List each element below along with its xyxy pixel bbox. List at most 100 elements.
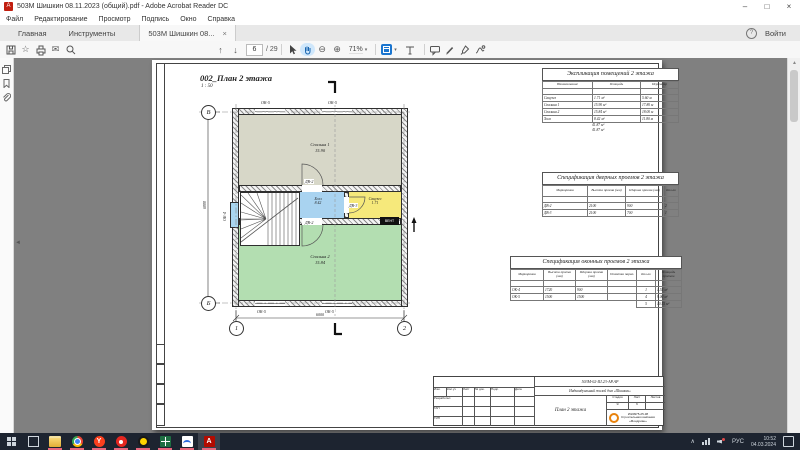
reading-mode-icon[interactable] [403, 43, 418, 56]
next-page-icon[interactable]: ↓ [228, 43, 243, 56]
door-tag-dv2: ДВ-2 [304, 220, 314, 225]
table-row: Холл8.42 м²11.80 м [543, 116, 679, 123]
document-viewport[interactable]: ◄ 002_План 2 этажа 1 : 50 [14, 58, 787, 433]
room-label-bedroom2: Спальня 215.84 [290, 254, 350, 265]
tab-document[interactable]: 503М Шишкин 08... × [139, 25, 236, 41]
tab-home[interactable]: Главная [18, 29, 47, 38]
menu-window[interactable]: Окно [180, 16, 196, 23]
table-row: Санузел1.71 м²5.60 м [543, 95, 679, 102]
action-center-icon[interactable] [783, 436, 794, 447]
help-icon[interactable]: ? [746, 28, 757, 39]
zoom-level-select[interactable]: 71% [349, 46, 363, 54]
taskbar-spreadsheet-app[interactable] [154, 433, 176, 450]
title-block: Изм. Кол.уч Лист № док. Подп. Дата Разра… [433, 376, 664, 426]
navigation-sidebar [0, 58, 14, 433]
mail-glyph: ✉ [52, 44, 60, 55]
sign-tool-icon[interactable] [458, 43, 473, 56]
menu-sign[interactable]: Подпись [142, 16, 170, 23]
previous-page-icon[interactable]: ↑ [213, 43, 228, 56]
zoom-in-icon[interactable]: ⊕ [330, 43, 345, 56]
tab-tools[interactable]: Инструменты [69, 29, 116, 38]
pencil-tool-icon[interactable] [443, 43, 458, 56]
zoom-in-glyph: ⊕ [333, 44, 341, 55]
volume-icon[interactable] [717, 438, 725, 446]
title-block-code: 503М-02-Ш.23-АР.АР [534, 377, 665, 386]
star-icon[interactable]: ☆ [18, 43, 33, 56]
notification-badge [722, 438, 725, 441]
window-tag-ok5: ОК-5 [256, 309, 267, 314]
select-tool-icon[interactable] [285, 43, 300, 56]
axis-bubble-2: 2 [397, 321, 412, 336]
acrobat-app-icon: A [4, 2, 13, 11]
room-label-hall: Холл8.42 [298, 197, 338, 206]
table-title: Экспликация помещений 2 этажа [542, 68, 679, 81]
tray-hidden-icons[interactable]: ∧ [691, 438, 695, 445]
hand-tool-icon[interactable] [300, 43, 315, 56]
title-block-columns: Изм. Кол.уч Лист № док. Подп. Дата [434, 387, 534, 396]
title-block-stage-values: Э 6 [606, 402, 665, 409]
fill-sign-tool-icon[interactable] [473, 43, 488, 56]
pdf-page: 002_План 2 этажа 1 : 50 [152, 60, 662, 430]
menu-file[interactable]: Файл [6, 16, 23, 23]
menu-edit[interactable]: Редактирование [34, 16, 87, 23]
title-block-company: ИЖ0975-25-38 Строительная компания «Монд… [606, 409, 665, 426]
desktop: A 503М Шишкин 08.11.2023 (общий).pdf - A… [0, 0, 800, 450]
taskbar-chrome[interactable] [66, 433, 88, 450]
menu-view[interactable]: Просмотр [99, 16, 131, 23]
taskbar: Y A ∧ РУС 10:52 [0, 433, 800, 450]
window-spec-table: Спецификация оконных проемов 2 этажа Мар… [510, 256, 682, 308]
page-number-input[interactable]: 6 [246, 44, 263, 56]
sign-in-button[interactable]: Войти [765, 29, 786, 38]
tab-bar: Главная Инструменты 503М Шишкин 08... × … [0, 25, 800, 42]
menu-help[interactable]: Справка [208, 16, 235, 23]
arrow-down-glyph: ↓ [233, 45, 238, 55]
minimize-button[interactable]: – [734, 0, 756, 13]
page-count-label: / 29 [266, 46, 278, 53]
maximize-button[interactable]: □ [756, 0, 778, 13]
taskbar-yandex-browser[interactable]: Y [88, 433, 110, 450]
sidebar-collapse-icon[interactable]: ◄ [15, 240, 21, 246]
table-total: 41.87 м² [542, 128, 679, 133]
axis-bubble-1: 1 [229, 321, 244, 336]
comment-tool-icon[interactable] [428, 43, 443, 56]
start-button[interactable] [0, 433, 22, 450]
axis-bubble-b: Б [201, 296, 216, 311]
taskbar-red-app[interactable] [110, 433, 132, 450]
arrow-up-glyph: ↑ [218, 45, 223, 55]
door-tag-dv2: ДВ-2 [304, 179, 314, 184]
zoom-caret-icon[interactable]: ▾ [365, 47, 368, 53]
attachments-icon[interactable] [0, 90, 13, 104]
zoom-out-icon[interactable]: ⊖ [315, 43, 330, 56]
save-icon[interactable] [3, 43, 18, 56]
window-titlebar: A 503М Шишкин 08.11.2023 (общий).pdf - A… [0, 0, 800, 14]
vertical-scrollbar[interactable]: ▲ [787, 58, 800, 433]
tab-close-icon[interactable]: × [223, 29, 227, 38]
page-fit-caret-icon[interactable]: ▾ [394, 47, 397, 53]
close-icon: × [787, 2, 792, 11]
taskbar-acrobat-active[interactable]: A [198, 433, 220, 450]
title-block-sheet-name: План 2 этажа [534, 395, 606, 426]
email-icon[interactable]: ✉ [48, 43, 63, 56]
clock[interactable]: 10:52 04.03.2024 [751, 436, 776, 448]
scroll-up-icon[interactable]: ▲ [788, 58, 800, 68]
table-row: ДВ-221009002 [543, 203, 679, 210]
bookmarks-icon[interactable] [0, 76, 13, 90]
search-icon[interactable] [63, 43, 78, 56]
window-tag-ok5: ОК-5 [260, 100, 271, 105]
language-indicator[interactable]: РУС [732, 439, 744, 445]
star-glyph: ☆ [21, 44, 29, 55]
taskbar-file-explorer[interactable] [44, 433, 66, 450]
network-icon[interactable] [702, 438, 710, 445]
taskbar-yellow-app[interactable] [132, 433, 154, 450]
print-icon[interactable] [33, 43, 48, 56]
scrollbar-thumb[interactable] [790, 70, 798, 122]
minimize-icon: – [743, 2, 747, 11]
page-thumbnails-icon[interactable] [0, 62, 13, 76]
window-title: 503М Шишкин 08.11.2023 (общий).pdf - Ado… [17, 3, 228, 10]
task-view-button[interactable] [22, 433, 44, 450]
tab-document-label: 503М Шишкин 08... [148, 29, 214, 38]
close-button[interactable]: × [778, 0, 800, 13]
company-logo-icon [609, 413, 619, 423]
page-fit-icon[interactable] [381, 44, 392, 55]
taskbar-blue-app[interactable] [176, 433, 198, 450]
